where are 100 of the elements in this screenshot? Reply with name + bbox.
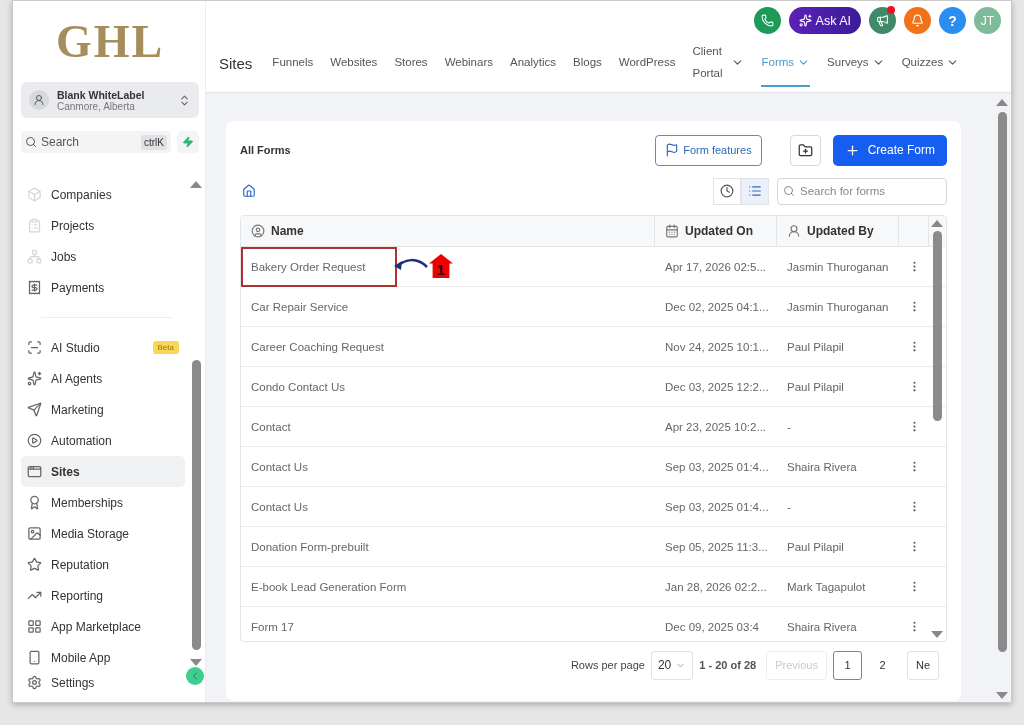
nav-tab[interactable]: Webinars — [444, 39, 493, 87]
sidebar-item[interactable]: App Marketplace — [21, 611, 185, 642]
form-name[interactable]: Contact Us — [241, 460, 308, 473]
page-button[interactable]: 1 — [832, 650, 862, 680]
table-cell-text: Paul Pilapil — [786, 380, 845, 393]
sidebar-item[interactable]: Media Storage — [21, 518, 185, 549]
card-title: All Forms — [240, 144, 291, 156]
search-field[interactable]: Search for forms — [777, 177, 947, 205]
new-folder-button[interactable] — [789, 134, 821, 166]
nav-icon — [27, 249, 42, 264]
collapse-button[interactable] — [186, 667, 204, 685]
nav-icon — [27, 557, 42, 572]
form-name[interactable]: Contact — [241, 420, 291, 433]
nav-tab[interactable]: Websites — [330, 39, 378, 87]
table-cell-text: Apr 23, 2025 10:2... — [664, 420, 768, 433]
sidebar-item[interactable]: AI Agents — [21, 363, 185, 394]
nav-tab[interactable]: Analytics — [510, 39, 557, 87]
notifications-button[interactable] — [904, 7, 931, 34]
sidebar-item[interactable]: Memberships — [21, 487, 185, 518]
chevron-icon — [178, 93, 191, 107]
form-name[interactable]: Form 17 — [241, 620, 294, 633]
search-icon — [783, 184, 795, 197]
table-cell-text: Apr 17, 2026 02:5... — [664, 260, 768, 273]
table-cell-text: Dec 02, 2025 04:1... — [664, 300, 770, 313]
nav-icon — [27, 187, 42, 202]
home-icon[interactable] — [242, 184, 256, 198]
create-form-button[interactable]: Create Form — [832, 134, 947, 166]
sidebar-item[interactable]: Marketing — [21, 394, 185, 425]
search-field[interactable]: Search ctrlK — [21, 131, 171, 153]
calendar-icon — [665, 224, 679, 238]
user-icon — [251, 224, 265, 238]
quick-action-button[interactable] — [177, 131, 199, 153]
nav-tab[interactable]: Surveys — [827, 39, 885, 87]
history-button[interactable] — [713, 177, 741, 205]
bell-icon — [911, 14, 924, 27]
step-marker: 1 — [429, 254, 453, 278]
form-features-button[interactable]: Form features — [655, 134, 762, 166]
nav-icon — [27, 218, 42, 233]
nav-icon — [27, 280, 42, 295]
table-cell-text: Jan 28, 2026 02:2... — [664, 580, 768, 593]
settings-icon — [27, 675, 42, 690]
table-cell-text: Sep 03, 2025 01:4... — [664, 500, 770, 513]
form-name[interactable]: Bakery Order Request — [241, 260, 366, 273]
sidebar-item[interactable]: Reporting — [21, 580, 185, 611]
table-cell-text: Dec 09, 2025 03:4 — [664, 620, 760, 633]
table-cell-text: Jasmin Thuroganan — [786, 260, 890, 273]
nav-tab[interactable]: Blogs — [573, 39, 602, 87]
page-range: 1 - 20 of 28 — [699, 659, 757, 671]
nav-icon — [27, 650, 42, 665]
column-header[interactable]: Name — [271, 224, 304, 238]
nav-icon — [27, 495, 42, 510]
rows-per-page-label: Rows per page — [570, 659, 645, 671]
phone-button[interactable] — [753, 7, 781, 34]
table-cell-text: Shaira Rivera — [786, 460, 858, 473]
scrollbar[interactable] — [995, 99, 1009, 699]
user-icon — [787, 224, 801, 238]
scrollbar[interactable] — [931, 220, 943, 638]
column-header[interactable]: Updated By — [807, 224, 874, 238]
next-button[interactable]: Ne — [906, 650, 939, 680]
logo: GHL — [54, 15, 166, 69]
table-cell-text: Nov 24, 2025 10:1... — [664, 340, 770, 353]
nav-icon — [27, 433, 42, 448]
column-header[interactable]: Updated On — [685, 224, 753, 238]
form-name[interactable]: E-book Lead Generation Form — [241, 580, 407, 593]
account-name: Blank WhiteLabel — [57, 88, 146, 101]
form-name[interactable]: Car Repair Service — [241, 300, 349, 313]
sidebar-item[interactable]: Reputation — [21, 549, 185, 580]
megaphone-button[interactable] — [869, 7, 896, 34]
rows-per-page-select[interactable]: 20 — [650, 650, 694, 680]
beta-badge: Beta — [152, 341, 179, 354]
account-location: Canmore, Alberta — [57, 100, 136, 112]
ask-ai-button[interactable]: Ask AI — [788, 7, 861, 34]
sidebar-item[interactable]: Projects — [21, 210, 185, 241]
sidebar-item[interactable]: Companies — [21, 179, 185, 210]
nav-tab[interactable]: Client Portal — [692, 39, 745, 87]
nav-tab[interactable]: Stores — [394, 39, 428, 87]
table-cell-text: - — [786, 500, 792, 513]
search-icon — [25, 136, 37, 148]
form-name[interactable]: Contact Us — [241, 500, 308, 513]
table-cell-text: Sep 05, 2025 11:3... — [664, 540, 769, 553]
nav-tab[interactable]: Funnels — [272, 39, 314, 87]
nav-tab[interactable]: Quizzes — [901, 39, 960, 87]
sidebar-item[interactable]: AI Studio Beta — [21, 332, 185, 363]
table-cell-text: Jasmin Thuroganan — [786, 300, 890, 313]
form-name[interactable]: Career Coaching Request — [241, 340, 384, 353]
sidebar-item[interactable]: Sites — [21, 456, 185, 487]
account-switcher[interactable]: Blank WhiteLabel Canmore, Alberta — [21, 82, 199, 118]
sidebar-item[interactable]: Jobs — [21, 241, 185, 272]
sidebar-item[interactable]: Automation — [21, 425, 185, 456]
form-name[interactable]: Donation Form-prebuilt — [241, 540, 369, 553]
sidebar-item[interactable]: Payments — [21, 272, 185, 303]
nav-icon — [27, 526, 42, 541]
phone-icon — [760, 14, 774, 27]
nav-tab[interactable]: WordPress — [618, 39, 676, 87]
table-cell-text: Paul Pilapil — [786, 540, 845, 553]
flag-icon — [665, 143, 680, 157]
clock-icon — [720, 184, 734, 198]
nav-icon — [27, 340, 42, 355]
form-name[interactable]: Condo Contact Us — [241, 380, 345, 393]
table-cell-text: Dec 03, 2025 12:2... — [664, 380, 770, 393]
